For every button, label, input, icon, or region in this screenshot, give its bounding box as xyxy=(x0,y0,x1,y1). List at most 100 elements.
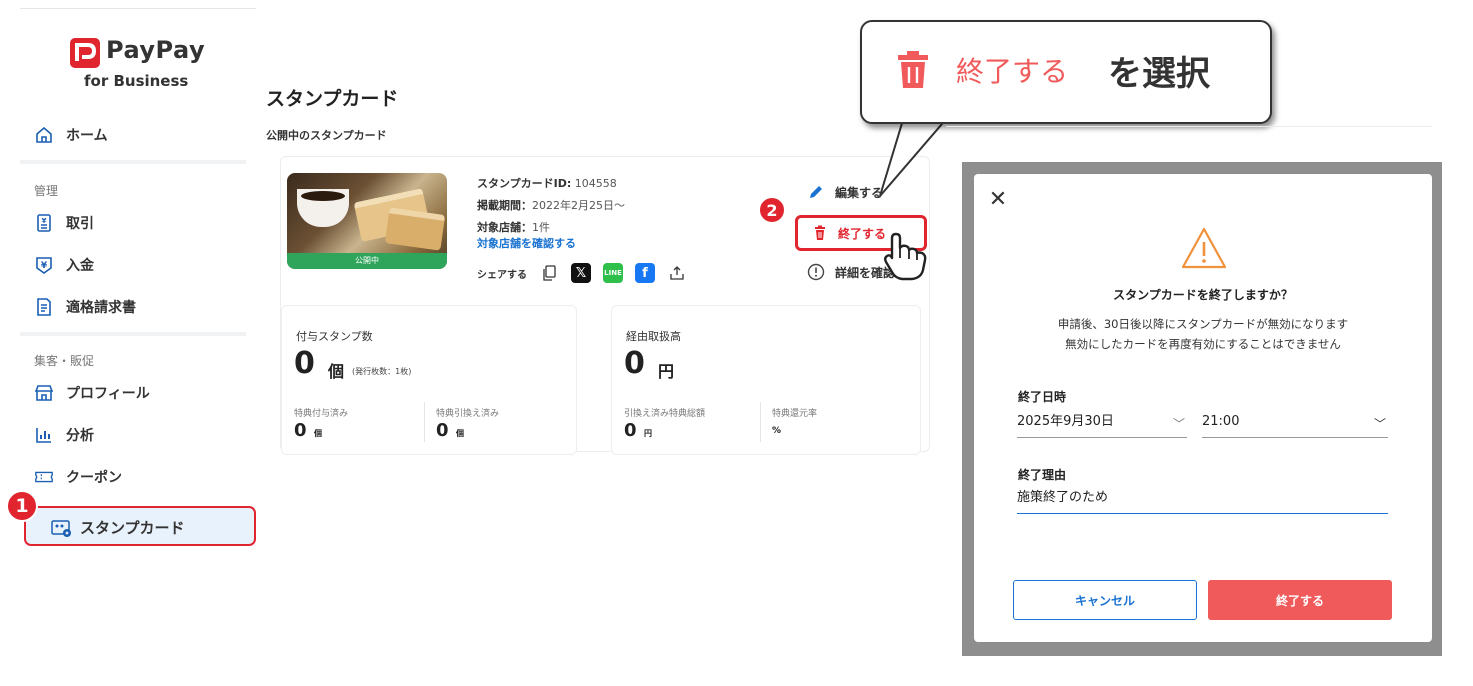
trash-icon xyxy=(812,225,828,245)
sidebar-item-profile[interactable]: プロフィール xyxy=(34,378,150,408)
end-reason-input[interactable]: 施策終了のため xyxy=(1017,488,1388,514)
sidebar-item-label: 適格請求書 xyxy=(66,300,136,316)
stamp-card-info: スタンプカードID: 104558 掲載期間：2022年2月25日〜 対象店舗：… xyxy=(477,175,625,257)
sidebar-top-divider xyxy=(20,8,256,9)
document-icon xyxy=(34,297,54,317)
stamp-card-panel: 公開中 スタンプカードID: 104558 掲載期間：2022年2月25日〜 対… xyxy=(280,156,930,455)
stat-amount: 経由取扱高 0 円 引換え済み特典総額 0 円 特典還元率 % xyxy=(611,305,921,455)
x-twitter-icon[interactable]: 𝕏 xyxy=(571,263,591,283)
facebook-icon[interactable]: f xyxy=(635,263,655,283)
step-badge-2: 2 xyxy=(758,196,786,224)
end-reason-label: 終了理由 xyxy=(1018,468,1067,482)
end-time-select[interactable]: 21:00 ﹀ xyxy=(1202,412,1388,438)
end-reason-value: 施策終了のため xyxy=(1017,490,1109,505)
stat-divider xyxy=(760,402,761,442)
step-badge-1: 1 xyxy=(6,490,38,522)
stat-unit: 円 xyxy=(658,362,675,381)
cancel-button[interactable]: キャンセル xyxy=(1013,580,1197,620)
chevron-down-icon: ﹀ xyxy=(1373,417,1386,431)
card-stores-value: 1件 xyxy=(532,221,550,234)
sidebar-item-label: スタンプカード xyxy=(80,519,185,537)
sidebar-item-label: プロフィール xyxy=(66,386,150,402)
stat-sub-label: 特典還元率 xyxy=(772,409,818,419)
edit-label: 編集する xyxy=(835,185,884,200)
sidebar-section-sales: 集客・販促 xyxy=(34,354,95,368)
stamp-card-icon xyxy=(50,518,72,542)
stat-sub-value: % xyxy=(772,426,782,436)
dialog-description-1: 申請後、30日後以降にスタンプカードが無効になります xyxy=(1057,317,1349,331)
stores-link[interactable]: 対象店舗を確認する xyxy=(477,237,576,250)
sandwich-shape xyxy=(384,207,446,251)
end-datetime-label: 終了日時 xyxy=(1018,390,1067,404)
copy-icon[interactable] xyxy=(539,263,559,283)
brand-sub: for Business xyxy=(84,72,189,90)
card-stores-label: 対象店舗： xyxy=(477,221,532,234)
stat-sub-label: 引換え済み特典総額 xyxy=(624,409,706,419)
end-date-value: 2025年9月30日 xyxy=(1017,414,1114,429)
sidebar-item-transactions[interactable]: ¥ 取引 xyxy=(34,208,94,238)
dialog-question: スタンプカードを終了しますか？ xyxy=(1113,288,1293,302)
callout-action-text: 終了する xyxy=(956,55,1069,88)
stat-sub-unit: 個 xyxy=(456,429,464,438)
svg-text:¥: ¥ xyxy=(41,261,48,271)
receipt-icon: ¥ xyxy=(34,213,54,233)
stamp-card-image[interactable]: 公開中 xyxy=(287,173,447,269)
coupon-icon xyxy=(34,467,54,487)
paypay-logo-icon xyxy=(70,38,100,68)
page-title: スタンプカード xyxy=(266,88,399,110)
sidebar-item-invoices[interactable]: 適格請求書 xyxy=(34,292,136,322)
coffee-shape xyxy=(301,191,345,201)
stat-stamps: 付与スタンプ数 0 個 (発行枚数：1枚) 特典付与済み 0 個 特典引換え済み… xyxy=(281,305,577,455)
confirm-end-button[interactable]: 終了する xyxy=(1208,580,1392,620)
sidebar-section-manage: 管理 xyxy=(34,184,59,198)
section-title: 公開中のスタンプカード xyxy=(266,129,387,142)
paypay-logo[interactable]: PayPay for Business xyxy=(70,36,220,96)
end-time-value: 21:00 xyxy=(1202,414,1240,429)
sidebar-item-deposits[interactable]: ¥ 入金 xyxy=(34,250,94,280)
sidebar-item-coupons[interactable]: クーポン xyxy=(34,462,122,492)
home-icon xyxy=(34,125,54,145)
stat-sub-unit: 個 xyxy=(314,429,322,438)
brand-name: PayPay xyxy=(106,36,206,64)
card-period-label: 掲載期間： xyxy=(477,199,532,212)
edit-action[interactable]: 編集する xyxy=(807,183,883,201)
sidebar-item-label: ホーム xyxy=(66,128,108,144)
sidebar-item-home[interactable]: ホーム xyxy=(34,120,108,150)
line-icon[interactable]: LINE xyxy=(603,263,623,283)
stat-title: 付与スタンプ数 xyxy=(296,330,373,343)
share-row: シェアする 𝕏 LINE f xyxy=(477,263,687,283)
warning-icon xyxy=(1181,227,1227,269)
stat-sub-unit: 円 xyxy=(644,429,652,438)
sidebar-item-label: 入金 xyxy=(66,258,94,274)
hand-cursor-icon xyxy=(884,232,927,281)
status-badge: 公開中 xyxy=(287,253,447,269)
sidebar-item-label: 取引 xyxy=(66,216,94,232)
stat-sub-value: 0 xyxy=(294,420,307,441)
main-content: スタンプカード 公開中のスタンプカード 公開中 スタンプカードID: 10455… xyxy=(262,70,952,470)
stat-value: 0 xyxy=(294,346,315,381)
end-confirm-dialog: ✕ スタンプカードを終了しますか？ 申請後、30日後以降にスタンプカードが無効に… xyxy=(974,174,1432,642)
stat-note: (発行枚数：1枚) xyxy=(352,367,412,376)
sidebar: PayPay for Business ホーム 管理 ¥ 取引 ¥ 入金 適格請… xyxy=(20,0,256,640)
sidebar-item-analytics[interactable]: 分析 xyxy=(34,420,94,450)
sidebar-item-label: 分析 xyxy=(66,428,94,444)
stat-divider xyxy=(424,402,425,442)
info-icon xyxy=(807,263,825,281)
sidebar-item-stamp-card[interactable]: スタンプカード xyxy=(24,506,256,546)
close-icon[interactable]: ✕ xyxy=(988,189,1008,211)
end-date-select[interactable]: 2025年9月30日 ﹀ xyxy=(1017,412,1187,438)
deposit-icon: ¥ xyxy=(34,255,54,275)
stat-sub-label: 特典付与済み xyxy=(294,409,349,419)
svg-text:¥: ¥ xyxy=(42,217,47,225)
share-upload-icon[interactable] xyxy=(667,263,687,283)
background-divider xyxy=(946,126,1432,127)
instruction-callout: 終了する を選択 xyxy=(860,20,1272,124)
store-icon xyxy=(34,383,54,403)
card-id-label: スタンプカードID: xyxy=(477,177,572,190)
card-id-value: 104558 xyxy=(574,177,617,190)
stat-unit: 個 xyxy=(328,362,345,381)
stat-value: 0 xyxy=(624,346,645,381)
chevron-down-icon: ﹀ xyxy=(1172,417,1185,431)
callout-verb-text: を選択 xyxy=(1108,54,1210,94)
stat-sub-value: 0 xyxy=(436,420,449,441)
